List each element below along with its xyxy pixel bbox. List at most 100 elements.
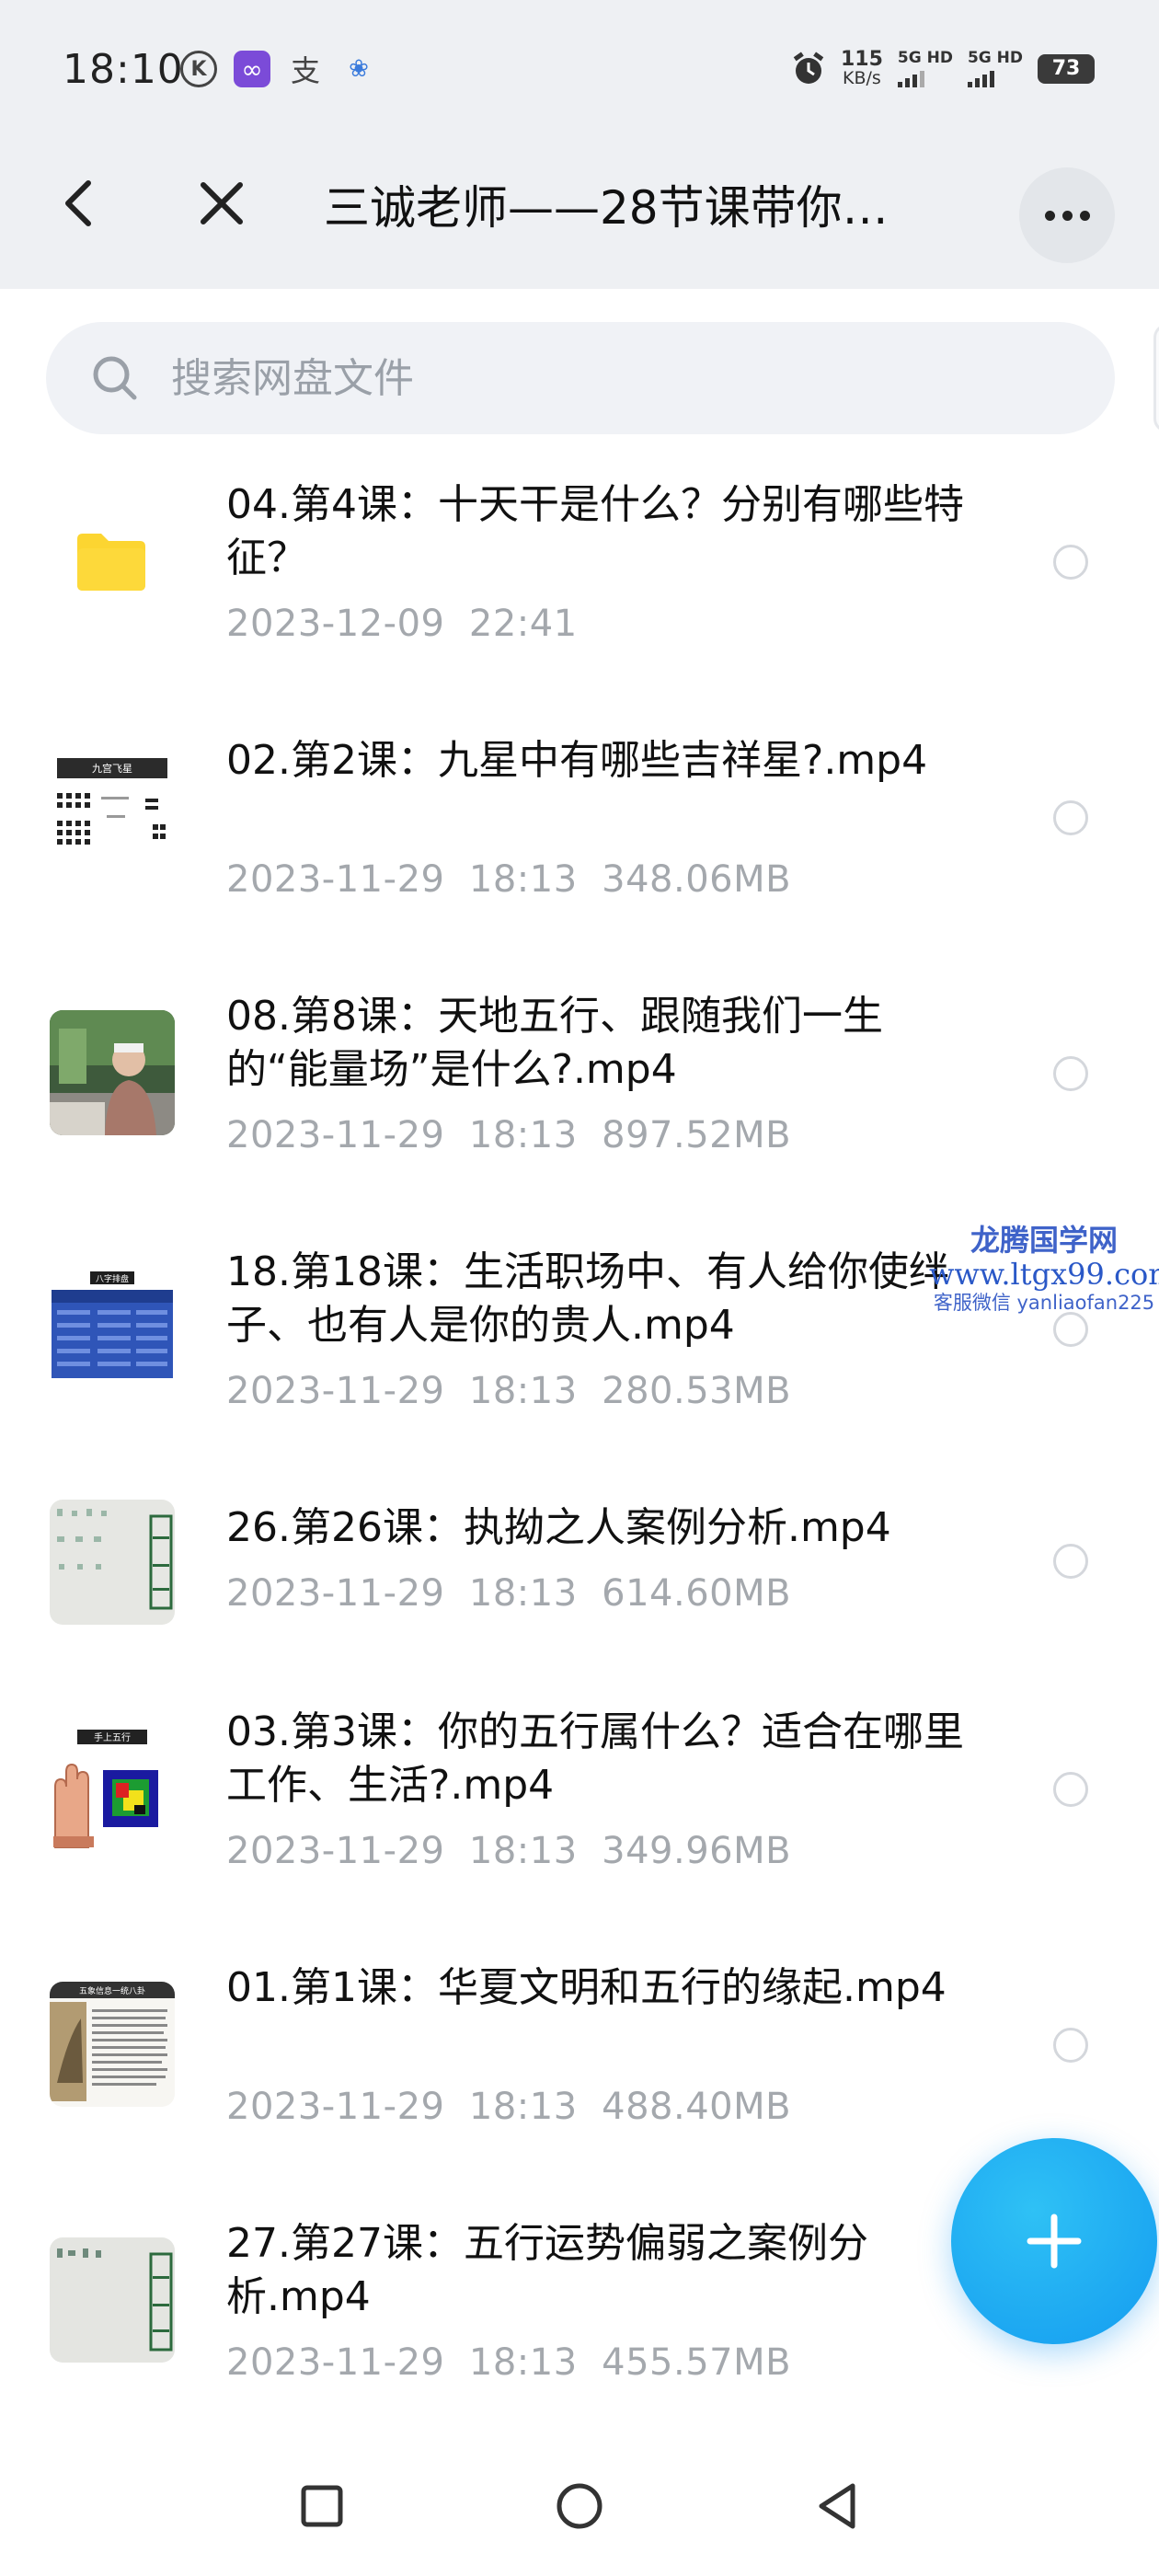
file-meta: 2023-11-29 18:13 280.53MB [226,1370,791,1412]
status-bar: 18:10 K ∞ 支 ❀ 115 KB/s 5G HD 5G HD 73 [0,0,1159,118]
select-radio[interactable] [1053,1312,1088,1347]
triangle-back-icon [819,2483,855,2529]
file-meta: 2023-11-29 18:13 614.60MB [226,1572,791,1615]
folder-icon [77,534,145,591]
file-date: 2023-11-29 [226,1370,445,1412]
system-nav-bar [0,2429,1159,2576]
watermark: 龙腾国学网 www.ltgx99.com 客服微信 yanliaofan225 [929,1224,1159,1314]
square-icon [301,2485,343,2527]
file-meta: 2023-11-29 18:13 348.06MB [226,858,791,901]
status-time: 18:10 [63,46,184,93]
file-date: 2023-11-29 [226,1572,445,1615]
location-pin-icon: ❀ [349,55,369,83]
file-time: 18:13 [468,2086,578,2128]
k-icon: K [180,51,217,87]
alarm-icon [791,51,826,86]
watermark-contact: 客服微信 yanliaofan225 [933,1291,1155,1314]
file-size: 349.96MB [602,1830,792,1872]
battery-icon: 73 [1038,53,1095,84]
speed-value: 115 [840,48,883,71]
more-options-button[interactable] [1019,167,1115,263]
back-nav-button[interactable] [809,2478,865,2534]
watermark-url: www.ltgx99.com [929,1256,1159,1292]
alipay-icon: 支 [290,53,320,88]
signal-label-1: 5G HD [897,48,953,67]
status-app-icons: K ∞ 支 ❀ [180,51,377,88]
signal-bars-icon [897,69,924,87]
network-speed: 115 KB/s [841,50,883,87]
file-name: 18.第18课：生活职场中、有人给你使绊子、也有人是你的贵人.mp4 [226,1248,949,1349]
file-time: 18:13 [468,2341,578,2384]
search-bar[interactable] [46,322,1115,434]
signal-1: 5G HD [897,48,953,87]
file-date: 2023-11-29 [226,2086,445,2128]
select-radio[interactable] [1053,1544,1088,1579]
dot [1061,210,1073,221]
side-handle[interactable] [1153,324,1159,432]
file-date: 2023-11-29 [226,1114,445,1156]
recent-apps-button[interactable] [294,2478,350,2534]
file-name: 03.第3课：你的五行属什么？适合在哪里工作、生活?.mp4 [226,1708,964,1809]
file-time: 18:13 [468,1572,578,1615]
file-meta: 2023-11-29 18:13 488.40MB [226,2086,791,2128]
thumb-caption: 九宫飞星 [92,762,132,775]
file-time: 18:13 [468,858,578,901]
thumb-caption: 五象信息一统八卦 [79,1985,145,1996]
file-meta: 2023-11-29 18:13 897.52MB [226,1114,791,1156]
dot [1079,210,1090,221]
plus-icon [1027,2214,1082,2269]
file-size: 488.40MB [602,2086,792,2128]
add-button[interactable] [951,2138,1157,2344]
video-thumbnail: 八字排盘 [50,1266,175,1391]
file-size: 280.53MB [602,1370,792,1412]
file-meta: 2023-11-29 18:13 455.57MB [226,2341,791,2384]
select-radio[interactable] [1053,545,1088,580]
close-icon [201,182,243,224]
file-name: 02.第2课：九星中有哪些吉祥星?.mp4 [226,737,928,784]
file-name: 26.第26课：执拗之人案例分析.mp4 [226,1504,891,1551]
video-thumbnail: 九宫飞星 [50,754,175,880]
select-radio[interactable] [1053,1056,1088,1091]
file-name: 08.第8课：天地五行、跟随我们一生的“能量场”是什么?.mp4 [226,993,883,1093]
file-date: 2023-11-29 [226,1830,445,1872]
page-title: 三诚老师——28节课带你… [324,181,889,235]
file-time: 18:13 [468,1830,578,1872]
close-button[interactable] [191,173,252,234]
home-button[interactable] [552,2478,607,2534]
select-radio[interactable] [1053,800,1088,835]
file-size: 614.60MB [602,1572,792,1615]
video-thumbnail: 五象信息一统八卦 [50,1982,175,2107]
select-radio[interactable] [1053,1772,1088,1807]
status-indicators: 115 KB/s 5G HD 5G HD 73 [791,50,1095,87]
header-bar: 三诚老师——28节课带你… [0,118,1159,289]
file-date: 2023-11-29 [226,2341,445,2384]
search-input[interactable] [171,354,999,402]
chevron-left-icon [65,180,91,226]
signal-2: 5G HD [967,48,1023,87]
file-meta: 2023-11-29 18:13 349.96MB [226,1830,791,1872]
file-name: 27.第27课：五行运势偏弱之案例分析.mp4 [226,2220,868,2320]
file-time: 18:13 [468,1114,578,1156]
file-time: 22:41 [468,603,578,645]
infinity-app-icon: ∞ [234,51,270,87]
file-date: 2023-12-09 [226,603,445,645]
search-icon [93,356,137,400]
signal-label-2: 5G HD [967,48,1023,67]
file-meta: 2023-12-09 22:41 [226,603,578,645]
thumb-caption: 手上五行 [94,1731,131,1743]
file-size: 348.06MB [602,858,792,901]
thumb-caption: 八字排盘 [96,1273,129,1284]
video-thumbnail [50,1010,175,1135]
video-thumbnail [50,1500,175,1625]
file-size: 897.52MB [602,1114,792,1156]
signal-bars-icon [967,69,994,87]
select-radio[interactable] [1053,2028,1088,2063]
video-thumbnail: 手上五行 [50,1726,175,1851]
file-name: 01.第1课：华夏文明和五行的缘起.mp4 [226,1964,947,2011]
circle-icon [557,2483,602,2529]
back-button[interactable] [50,173,105,234]
speed-unit: KB/s [843,68,881,88]
video-thumbnail [50,2237,175,2363]
file-size: 455.57MB [602,2341,792,2384]
dot [1044,210,1055,221]
